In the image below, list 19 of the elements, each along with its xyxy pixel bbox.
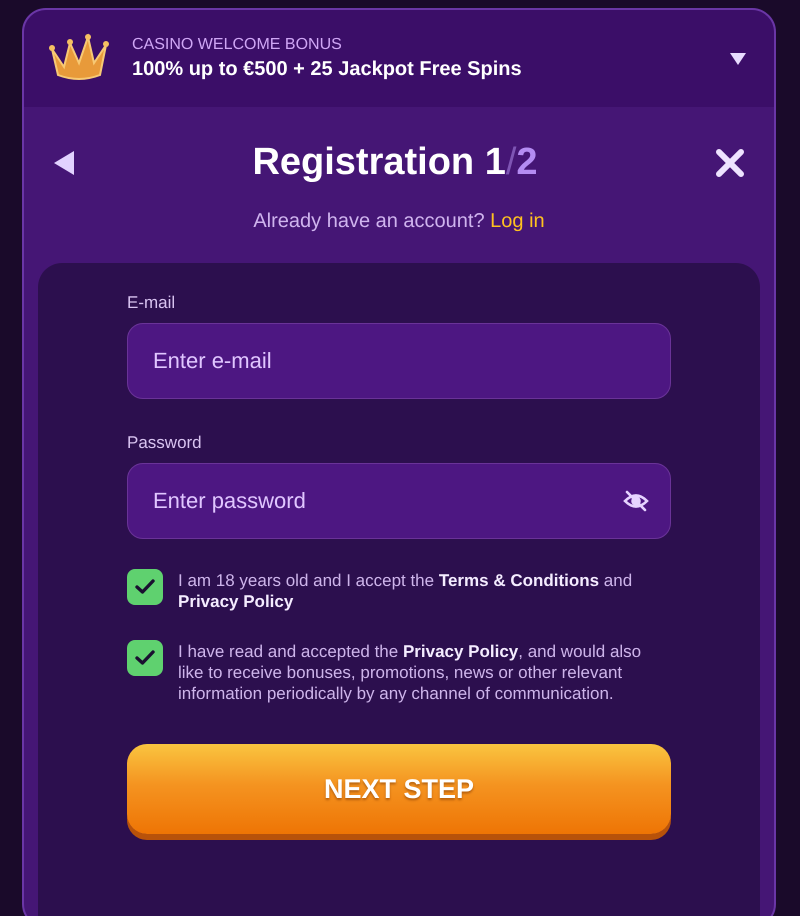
field-label: E-mail [127,293,176,313]
checkbox[interactable] [127,640,163,676]
checkbox[interactable] [127,569,163,605]
bonus-offer: 100% up to €500 + 25 Jackpot Free Spins [132,58,523,81]
registration-title: Registration 1/2 [252,141,538,184]
check-icon [135,650,155,666]
consent-text: I have read and accepted the Privacy Policy, and would also like to receive bonuses, promotions, news or other relevant information periodically by any channel of communication. [178,641,642,704]
eye-off-icon[interactable] [623,490,649,512]
dropdown-caret-icon[interactable] [730,52,746,64]
bonus-eyebrow: CASINO WELCOME BONUS [132,36,343,54]
back-icon[interactable] [54,150,74,174]
login-link[interactable]: Log in [490,210,545,232]
consent-text: I am 18 years old and I accept the Terms & Conditions and Privacy Policy [178,570,634,612]
email-field[interactable]: Enter e-mail [127,323,671,399]
field-label: Password [127,433,203,453]
password-field[interactable]: Enter password [127,463,671,539]
close-icon[interactable] [716,148,744,176]
login-prompt: Already have an account? [253,210,485,232]
check-icon [135,579,155,595]
